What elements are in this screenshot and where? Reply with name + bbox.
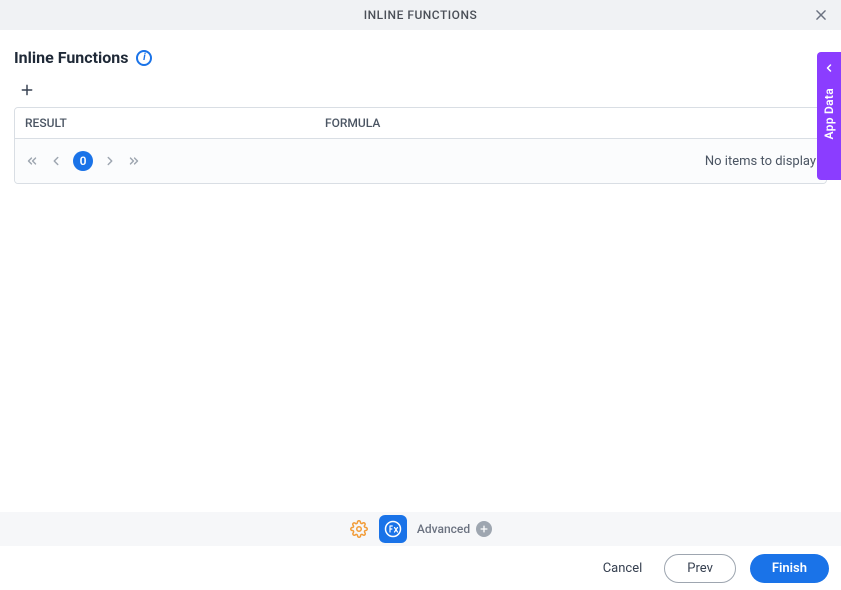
pager-current-page[interactable]: 0 [73,151,93,171]
chevron-double-right-icon [127,154,141,168]
prev-button[interactable]: Prev [664,554,736,583]
plus-icon [479,524,489,534]
table-header-row: RESULT FORMULA [15,108,826,139]
pager-controls: 0 [25,151,141,171]
info-icon[interactable]: i [136,50,152,66]
column-header-result[interactable]: RESULT [15,116,315,130]
chevron-double-left-icon [25,154,39,168]
close-button[interactable] [811,5,831,25]
add-button[interactable] [16,79,38,101]
column-header-formula[interactable]: FORMULA [315,116,826,130]
close-icon [814,8,828,22]
modal-title: INLINE FUNCTIONS [364,8,477,22]
pager-prev-button[interactable] [49,154,63,168]
empty-state-message: No items to display [705,154,816,169]
advanced-add-button[interactable] [476,521,492,537]
modal-header: INLINE FUNCTIONS [0,0,841,30]
bottom-toolbar: Advanced [0,512,841,546]
cancel-button[interactable]: Cancel [595,555,651,582]
chevron-left-icon [823,62,835,74]
section-title-row: Inline Functions i [14,48,827,67]
pager-next-button[interactable] [103,154,117,168]
side-tab-label: App Data [822,88,836,139]
pager-last-button[interactable] [127,154,141,168]
functions-table: RESULT FORMULA 0 [14,107,827,184]
chevron-left-icon [49,154,63,168]
fx-button[interactable] [379,515,407,543]
app-data-side-tab[interactable]: App Data [817,52,841,180]
section-title: Inline Functions [14,48,128,67]
footer: Cancel Prev Finish [0,546,841,590]
finish-button[interactable]: Finish [750,554,829,583]
pager-first-button[interactable] [25,154,39,168]
fx-icon [384,520,402,538]
settings-button[interactable] [349,519,369,539]
content-area: Inline Functions i RESULT FORMULA [0,30,841,184]
pager-row: 0 No items to display [15,139,826,183]
plus-icon [20,83,34,97]
chevron-right-icon [103,154,117,168]
advanced-label: Advanced [417,522,470,536]
gear-icon [350,520,368,538]
